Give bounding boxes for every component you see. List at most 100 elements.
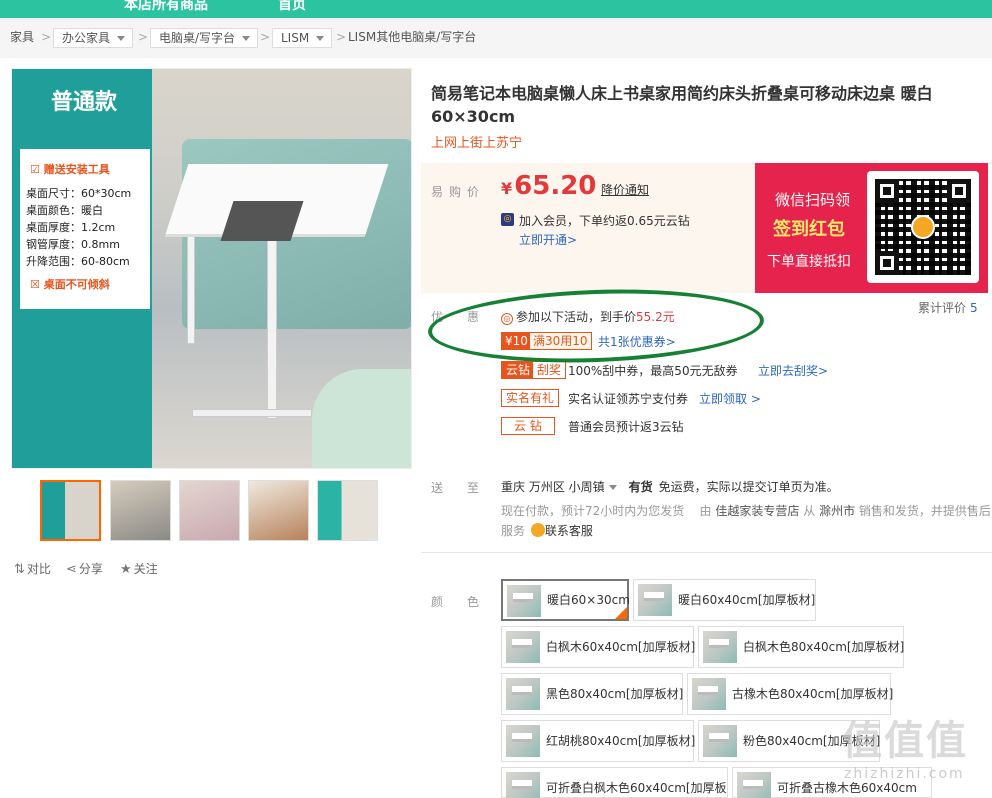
review-number: 5: [970, 301, 978, 315]
price-drop-notify-link[interactable]: 降价通知: [601, 181, 649, 198]
swatch-image: [506, 725, 540, 757]
contact-service-link[interactable]: 联系客服: [545, 524, 593, 538]
watermark-text: 值值值: [842, 718, 968, 764]
promo-line-2: 签到红包: [773, 219, 845, 240]
divider: [421, 552, 992, 553]
color-option-label: 可折叠白枫木色60x40cm[加厚板: [546, 781, 727, 795]
breadcrumb-office-furniture[interactable]: 办公家具: [53, 28, 134, 48]
service-label: 服务: [501, 524, 526, 538]
desk-base: [192, 409, 312, 417]
scratch-tag: 刮奖: [532, 361, 567, 379]
compare-button[interactable]: ⇅ 对比: [14, 560, 51, 577]
gift-line: ☑ 赠送安装工具: [30, 163, 110, 176]
follow-label: 关注: [133, 562, 158, 576]
color-option[interactable]: 红胡桃80x40cm[加厚板材]: [501, 720, 696, 762]
laptop-illustration: [220, 201, 304, 241]
color-option-label: 白枫木60x40cm[加厚板材]: [546, 640, 696, 654]
realname-text: 实名认证领苏宁支付券: [568, 392, 689, 406]
price-value: ¥65.20: [501, 171, 596, 201]
member-icon: ◎: [501, 213, 514, 226]
realname-tag: 实名有礼: [501, 389, 560, 407]
price-panel: 易购价 ¥65.20 降价通知 ◎ 加入会员，下单约返0.65元云钻 立即开通>: [421, 163, 755, 293]
color-option[interactable]: 白枫木色80x40cm[加厚板材]: [698, 626, 904, 668]
chevron-down-icon[interactable]: [608, 485, 617, 490]
color-option-selected[interactable]: 暖白60×30cm: [501, 579, 630, 621]
desk-leg: [267, 229, 277, 419]
star-icon: ★: [120, 562, 132, 577]
main-product-image[interactable]: 普通款 ☑ 赠送安装工具 桌面尺寸：60*30cm 桌面颜色：暖白 桌面厚度：1…: [11, 68, 412, 469]
qr-finder: [875, 179, 899, 203]
open-membership-link[interactable]: 立即开通>: [519, 231, 577, 248]
scratch-link[interactable]: 立即去刮奖>: [758, 362, 828, 379]
thumbnail-1[interactable]: [40, 480, 101, 541]
spec-size: 桌面尺寸：60*30cm: [26, 187, 132, 200]
color-option-label: 黑色80x40cm[加厚板材]: [546, 687, 684, 701]
spec-pipe: 钢管厚度：0.8mm: [26, 238, 120, 251]
scratch-text: 100%刮中券，最高50元无敌券: [568, 364, 738, 378]
delivery-note: 现在付款，预计72小时内为您发货 由 佳越家装专营店 从 滁州市 销售和发货，并…: [501, 502, 991, 519]
store-top-nav: 本店所有商品 首页: [0, 0, 992, 18]
delivery-suffix: 销售和发货，并提供售后: [858, 504, 991, 518]
swatch-image: [507, 585, 541, 617]
compare-label: 对比: [26, 562, 51, 576]
share-icon: ⋖: [66, 562, 77, 577]
qr-code: [867, 171, 979, 283]
free-shipping-text: 免运费，实际以提交订单页为准。: [658, 480, 839, 494]
breadcrumb-current[interactable]: LISM其他电脑桌/写字台: [348, 28, 476, 48]
lion-logo-icon: [911, 215, 935, 239]
thumbnail-3[interactable]: [179, 480, 240, 541]
breadcrumb-separator: >: [260, 30, 271, 44]
swatch-image: [703, 631, 737, 663]
color-option-label: 古橡木色80x40cm[加厚板材]: [732, 687, 894, 701]
warning-text: 桌面不可倾斜: [43, 278, 110, 291]
yunzuan-return-tag: 云 钻: [501, 417, 555, 435]
warning-line: ☒ 桌面不可倾斜: [30, 278, 110, 291]
spec-lift-range: 升降范围：60-80cm: [26, 255, 130, 268]
swatch-image: [506, 631, 540, 663]
stock-status: 有货: [628, 480, 653, 494]
swatch-image: [737, 772, 771, 798]
review-count[interactable]: 累计评价 5: [918, 299, 978, 316]
thumbnail-strip: [40, 480, 380, 544]
thumbnail-2[interactable]: [110, 480, 171, 541]
breadcrumb-computer-desk[interactable]: 电脑桌/写字台: [150, 28, 259, 48]
version-badge: 普通款: [22, 73, 146, 133]
breadcrumb-brand[interactable]: LISM: [272, 28, 333, 48]
swatch-image: [638, 584, 672, 616]
yunzuan-tag: 云钻: [501, 361, 536, 379]
gift-text: 赠送安装工具: [43, 163, 110, 176]
color-option[interactable]: 可折叠白枫木色60x40cm[加厚板: [501, 767, 728, 798]
currency-symbol: ¥: [501, 179, 513, 198]
breadcrumb-furniture[interactable]: 家具: [10, 28, 34, 48]
product-title: 简易笔记本电脑桌懒人床上书桌家用简约床头折叠桌可移动床边桌 暖白60×30cm: [431, 84, 933, 126]
breadcrumb: 家具 > 办公家具 > 电脑桌/写字台 > LISM > LISM其他电脑桌/写…: [0, 18, 992, 58]
nav-home[interactable]: 首页: [278, 0, 306, 14]
product-subtitle: 上网上街上苏宁: [431, 136, 523, 151]
swatch-image: [692, 678, 726, 710]
thumbnail-5[interactable]: [317, 480, 378, 541]
breadcrumb-separator: >: [336, 30, 347, 44]
compare-icon: ⇅: [14, 562, 25, 577]
color-option-label: 暖白60x40cm[加厚板材]: [678, 593, 816, 607]
ship-line: 重庆 万州区 小周镇 有货 免运费，实际以提交订单页为准。: [501, 478, 839, 495]
nav-all-products[interactable]: 本店所有商品: [124, 0, 208, 14]
thumbnail-4[interactable]: [248, 480, 309, 541]
rug-illustration: [312, 369, 411, 468]
color-option[interactable]: 白枫木60x40cm[加厚板材]: [501, 626, 696, 668]
color-option[interactable]: 暖白60x40cm[加厚板材]: [633, 579, 816, 621]
wechat-promo-banner[interactable]: 微信扫码领 签到红包 下单直接抵扣: [755, 163, 988, 293]
store-name-link[interactable]: 佳越家装专营店: [715, 504, 799, 518]
qr-finder: [875, 251, 899, 275]
service-line: 服务 联系客服: [501, 522, 593, 539]
location-selector[interactable]: 重庆 万州区 小周镇: [501, 480, 605, 494]
color-option[interactable]: 黑色80x40cm[加厚板材]: [501, 673, 683, 715]
site-watermark: 值值值 zhizhizhi.com: [842, 708, 992, 798]
follow-button[interactable]: ★ 关注: [120, 560, 158, 577]
share-button[interactable]: ⋖ 分享: [66, 560, 103, 577]
realname-link[interactable]: 立即领取 >: [699, 390, 761, 407]
swatch-image: [506, 772, 540, 798]
qr-finder: [947, 179, 971, 203]
color-option-label: 红胡桃80x40cm[加厚板材]: [546, 734, 696, 748]
spec-thickness: 桌面厚度：1.2cm: [26, 221, 116, 234]
breadcrumb-separator: >: [138, 30, 149, 44]
